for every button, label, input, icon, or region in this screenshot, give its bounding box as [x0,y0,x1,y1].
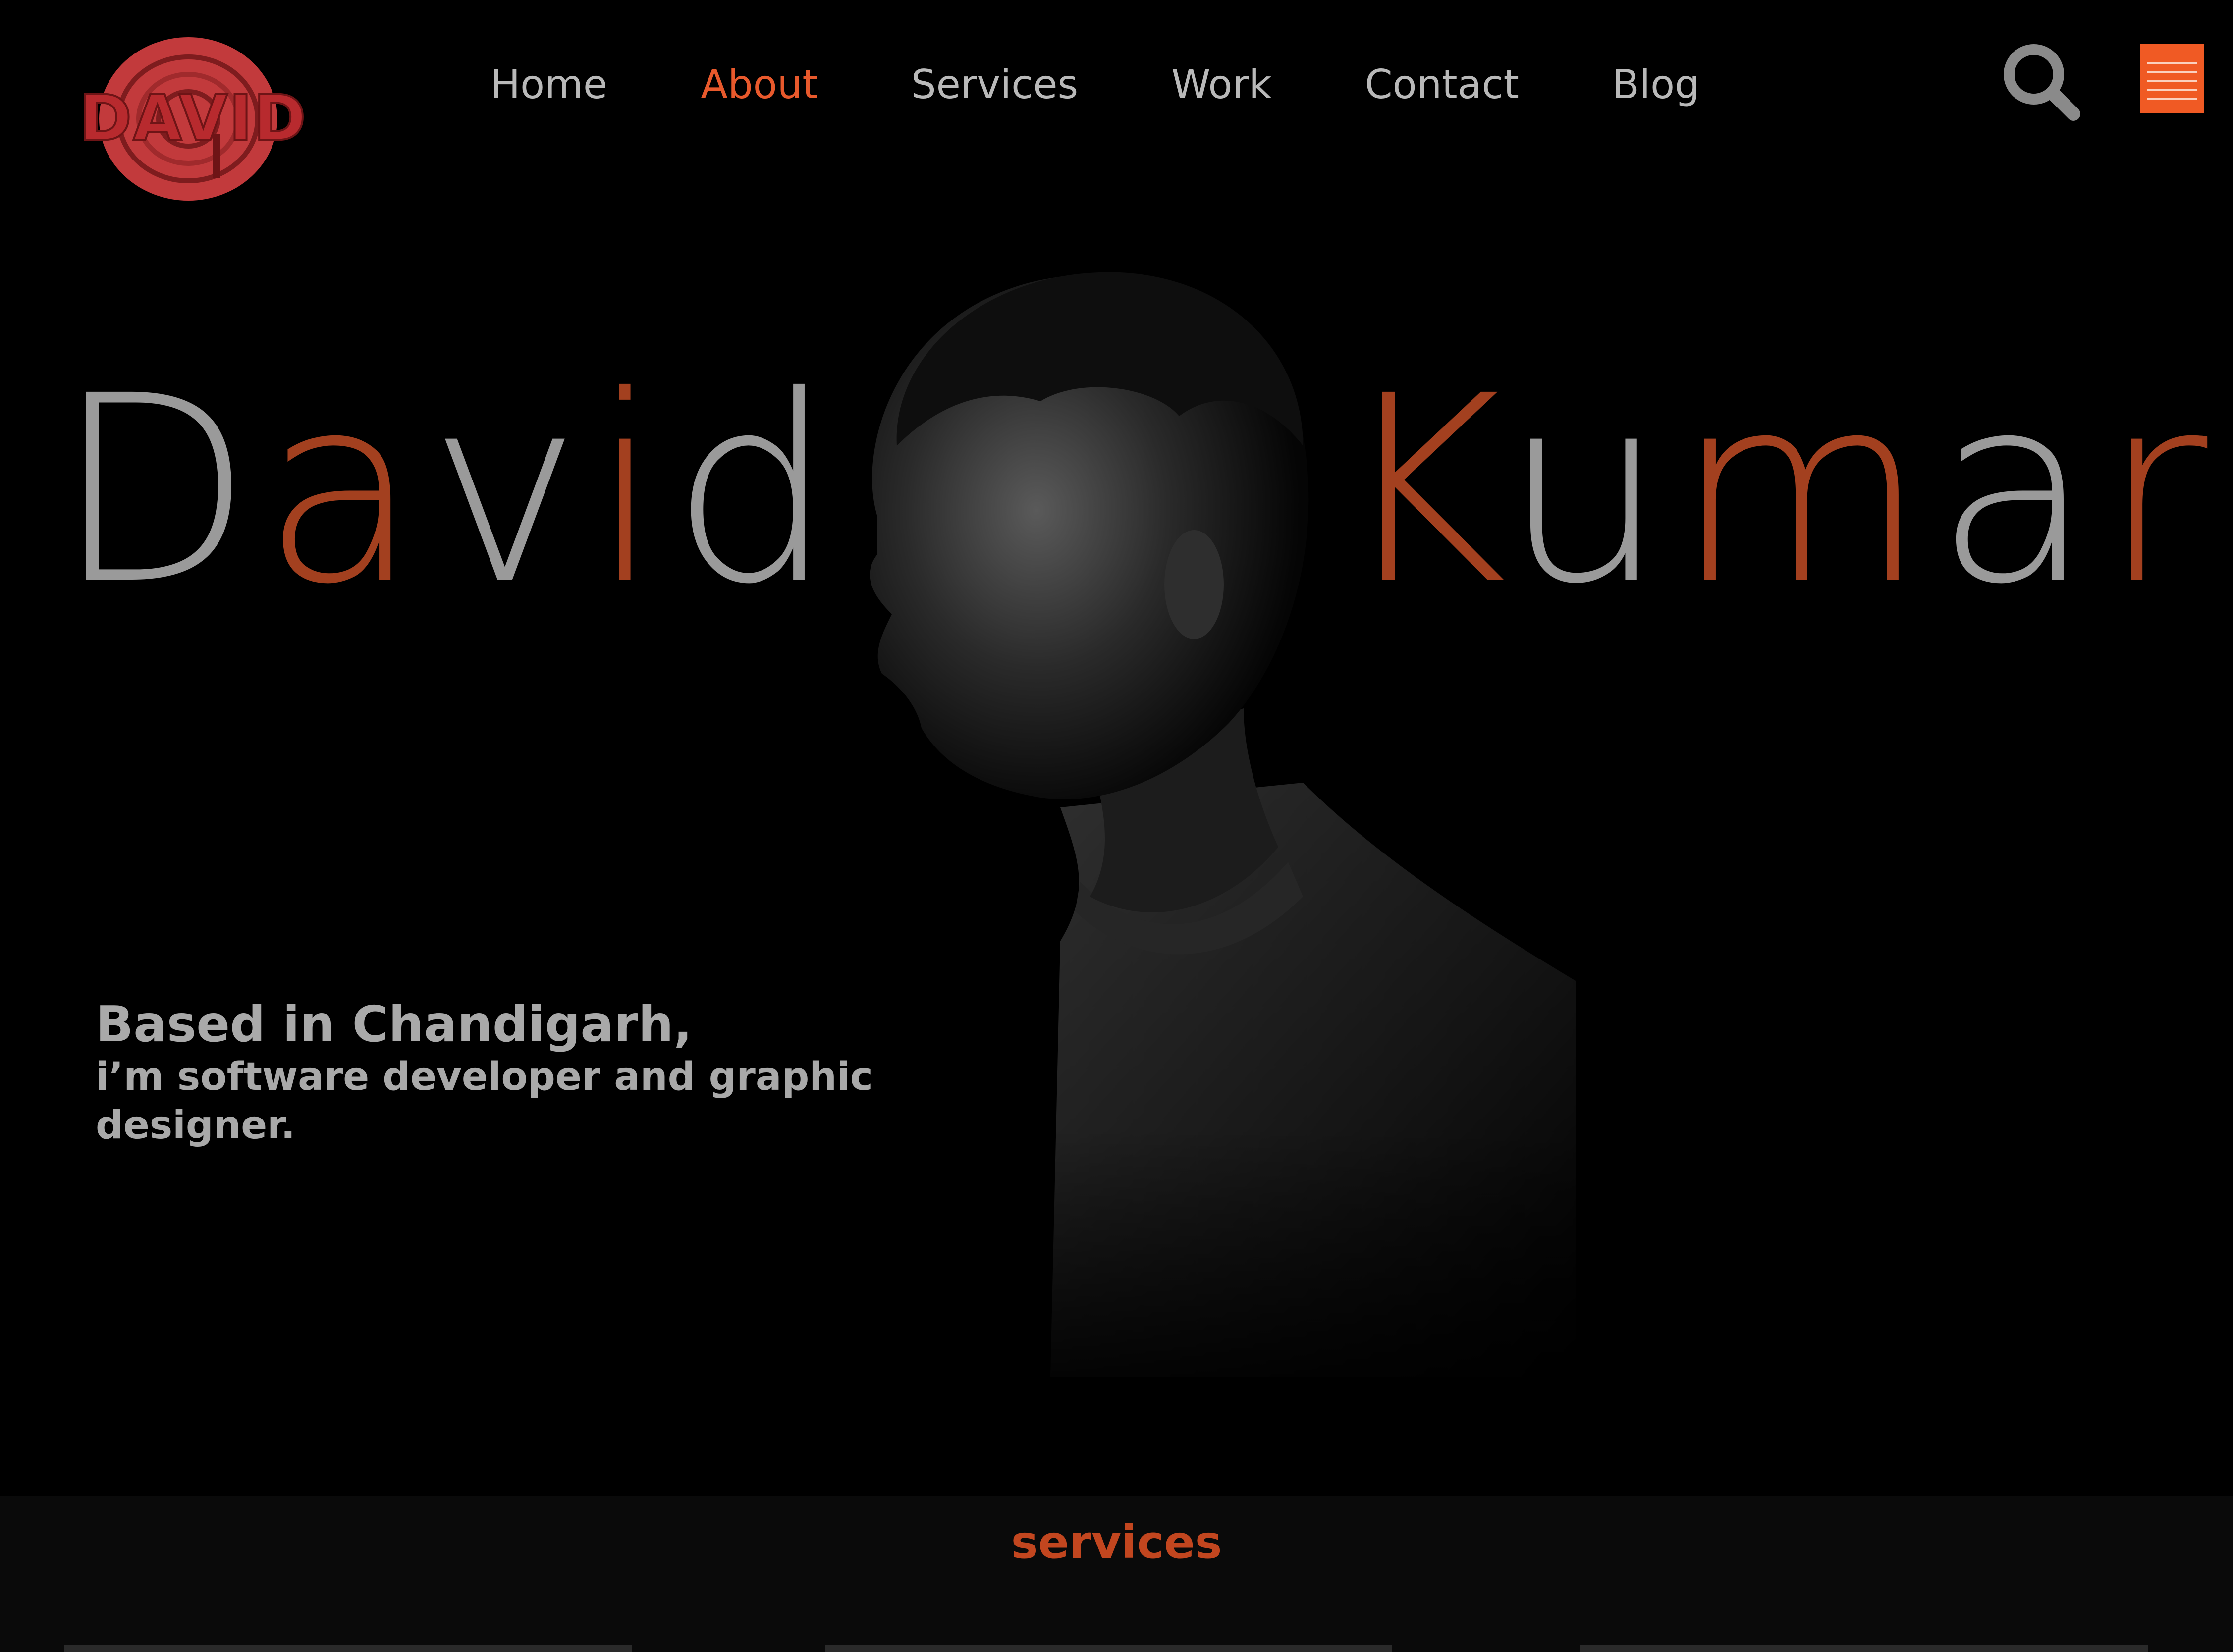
nav-blog[interactable]: Blog [1612,61,1700,107]
nav-home[interactable]: Home [490,61,607,107]
hero-tagline: Based in Chandigarh, i’m software develo… [96,996,1037,1150]
page: DAVID Home About Services Work Contact B… [0,0,2233,1652]
tagline-role: i’m software developer and graphic desig… [96,1055,873,1148]
hero-last-name: Kumar [1338,340,2217,640]
nav-contact[interactable]: Contact [1365,61,1519,107]
service-card[interactable] [64,1645,632,1652]
service-card[interactable] [825,1645,1392,1652]
hero-first-name: David [54,340,843,640]
search-button[interactable] [1999,40,2083,124]
tagline-location: Based in Chandigarh, [96,995,693,1053]
services-section: services [0,1496,2233,1652]
search-icon [2004,44,2080,121]
services-heading: services [1011,1516,1222,1569]
site-header: DAVID Home About Services Work Contact B… [0,0,2233,208]
logo-text: DAVID [78,81,307,157]
nav-services[interactable]: Services [911,61,1078,107]
main-nav: Home About Services Work Contact Blog [490,57,1793,111]
nav-about[interactable]: About [701,61,818,107]
logo[interactable]: DAVID [78,35,307,203]
nav-work[interactable]: Work [1171,61,1272,107]
service-card[interactable] [1580,1645,2148,1652]
menu-button[interactable] [2140,44,2204,113]
